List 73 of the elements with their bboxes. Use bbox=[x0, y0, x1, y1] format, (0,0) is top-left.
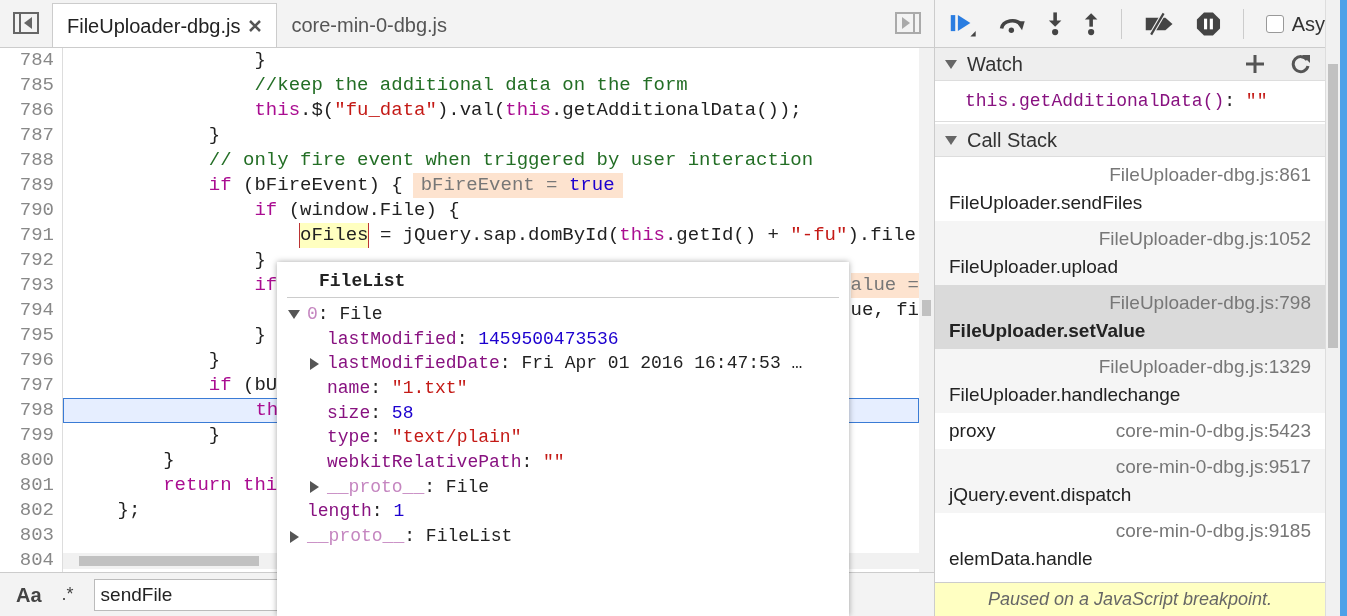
expanded-triangle-icon[interactable] bbox=[945, 58, 957, 70]
code-line: if (bFireEvent) { bbox=[207, 173, 403, 198]
function-name: FileUploader.upload bbox=[949, 255, 1118, 279]
property-line: name: "1.txt" bbox=[327, 376, 468, 400]
code-line: oFiles = jQuery.sap.domById(this.getId() + "-fu").file bbox=[299, 223, 916, 248]
section-header[interactable]: Watch bbox=[935, 48, 1325, 81]
property-line[interactable]: __proto__: FileList bbox=[307, 523, 513, 551]
code-line: this.$("fu_data").val(this.getAdditionalData()); bbox=[253, 98, 802, 123]
call-frame[interactable]: FileUploader-dbg.js:1052 FileUploader.upload bbox=[935, 221, 1325, 285]
property-line: length: 1 bbox=[307, 500, 405, 524]
step-into-icon[interactable] bbox=[1048, 10, 1063, 37]
code-line: } bbox=[253, 248, 266, 273]
property-line[interactable]: lastModifiedDate: Fri Apr 01 2016 16:47:53 … bbox=[327, 350, 803, 378]
pause-icon[interactable] bbox=[1195, 9, 1221, 38]
refresh-icon[interactable] bbox=[1291, 54, 1311, 74]
regex-toggle[interactable]: .* bbox=[61, 581, 74, 608]
expanded-triangle-icon[interactable] bbox=[945, 134, 957, 146]
deactivate-breakpoints-icon[interactable] bbox=[1143, 10, 1174, 37]
source-location-link[interactable]: FileUploader-dbg.js:861 bbox=[1109, 161, 1311, 189]
source-location-link[interactable]: FileUploader-dbg.js:1329 bbox=[1098, 353, 1311, 381]
close-icon[interactable] bbox=[248, 18, 263, 33]
async-checkbox[interactable] bbox=[1265, 14, 1284, 33]
paused-banner: Paused on a JavaScript breakpoint. bbox=[935, 582, 1325, 616]
code-line: //keep the additional data on the form bbox=[253, 73, 688, 98]
file-tab[interactable]: core-min-0-dbg.js bbox=[277, 3, 462, 47]
code-line: } bbox=[207, 348, 221, 373]
function-name: FileUploader.handlechange bbox=[949, 383, 1181, 407]
collapsed-triangle-icon[interactable] bbox=[287, 529, 301, 544]
add-icon[interactable] bbox=[1245, 54, 1265, 74]
property-line[interactable]: 0: File bbox=[307, 300, 383, 328]
property-line: lastModified: 1459500473536 bbox=[327, 327, 619, 351]
code-line: } bbox=[207, 123, 221, 148]
code-line: } bbox=[162, 448, 175, 473]
vertical-scrollbar[interactable] bbox=[1325, 0, 1340, 616]
match-case-toggle[interactable]: Aa bbox=[16, 579, 42, 610]
function-name: FileUploader.sendFiles bbox=[949, 191, 1143, 215]
source-location-link[interactable]: core-min-0-dbg.js:5423 bbox=[1115, 417, 1311, 445]
code-line: } bbox=[253, 48, 266, 73]
code-line: if (bU bbox=[207, 373, 278, 398]
sidebar-toggle-icon[interactable] bbox=[13, 12, 39, 34]
popover-title: FileList bbox=[287, 268, 839, 298]
function-name: FileUploader.setValue bbox=[949, 319, 1146, 343]
function-name: elemData.handle bbox=[949, 547, 1093, 571]
call-frame[interactable]: core-min-0-dbg.js:9517 jQuery.event.dispatch bbox=[935, 449, 1325, 513]
code-line: }; bbox=[116, 498, 141, 523]
property-line: type: "text/plain" bbox=[327, 426, 522, 450]
collapsed-triangle-icon[interactable] bbox=[307, 356, 321, 371]
vertical-scrollbar[interactable] bbox=[919, 48, 934, 572]
function-name: proxy bbox=[949, 419, 996, 443]
source-location-link[interactable]: FileUploader-dbg.js:1052 bbox=[1098, 225, 1311, 253]
call-frame[interactable]: FileUploader-dbg.js:798 FileUploader.setValue bbox=[935, 285, 1325, 349]
source-location-link[interactable]: core-min-0-dbg.js:9517 bbox=[1115, 453, 1311, 481]
code-line: // only fire event when triggered by user interaction bbox=[207, 148, 814, 173]
code-line: if bbox=[253, 273, 278, 298]
code-line: } bbox=[207, 423, 221, 448]
inline-value: bFireEvent = true bbox=[412, 173, 623, 198]
code-line: if (window.File) { bbox=[253, 198, 460, 223]
call-frame[interactable]: FileUploader-dbg.js:1329 FileUploader.handlechange bbox=[935, 349, 1325, 413]
async-label: Asy bbox=[1291, 11, 1325, 37]
function-name: jQuery.event.dispatch bbox=[949, 483, 1132, 507]
source-location-link[interactable]: core-min-0-dbg.js:9185 bbox=[1115, 517, 1311, 545]
property-line: size: 58 bbox=[327, 401, 414, 425]
property-line[interactable]: __proto__: File bbox=[327, 473, 490, 501]
code-line: th bbox=[254, 399, 279, 422]
watch-expression: this.getAdditionalData(): "" bbox=[964, 89, 1269, 113]
property-line: webkitRelativePath: "" bbox=[327, 450, 565, 474]
sidebar-toggle-icon[interactable] bbox=[895, 12, 921, 34]
collapsed-triangle-icon[interactable] bbox=[307, 480, 321, 495]
section-header[interactable]: Call Stack bbox=[935, 124, 1325, 157]
code-line: return thi bbox=[162, 473, 278, 498]
code-line: } bbox=[253, 323, 266, 348]
file-tab[interactable]: FileUploader-dbg.js bbox=[52, 3, 278, 47]
code-line: ue, fi bbox=[850, 298, 919, 323]
